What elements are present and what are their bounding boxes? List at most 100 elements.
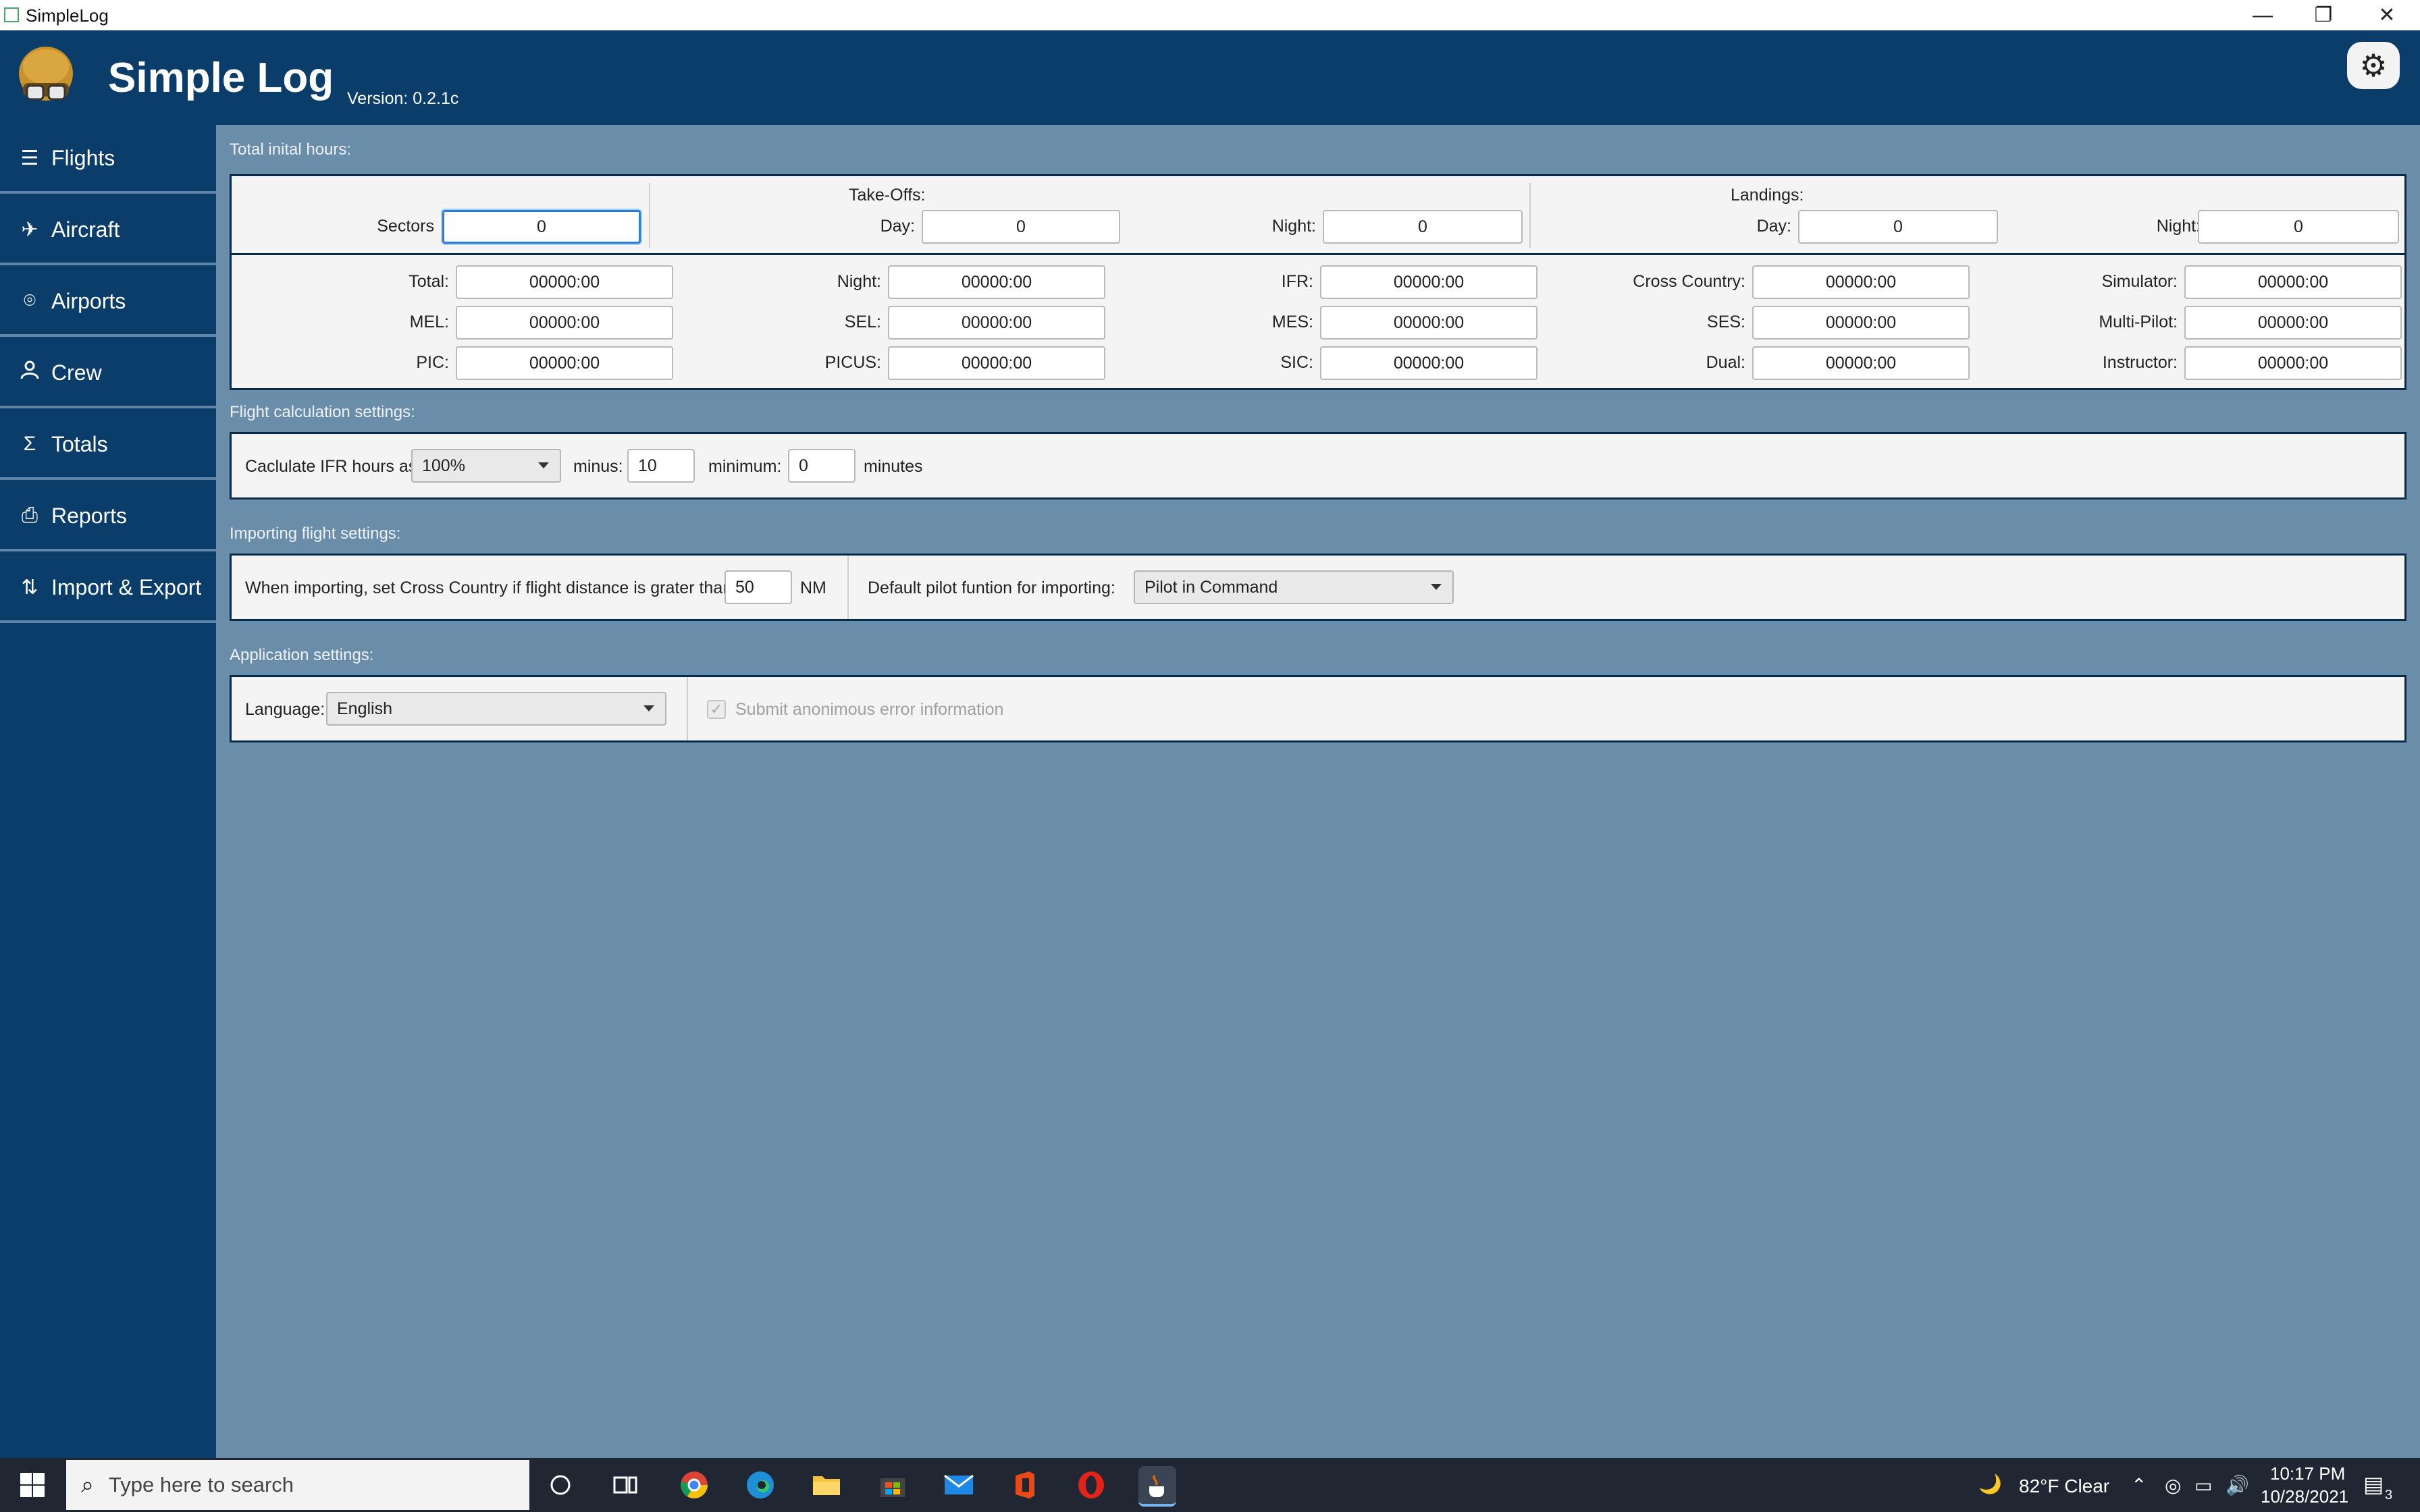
java-app-icon[interactable] bbox=[1138, 1466, 1176, 1507]
moon-weather-icon: 🌙 bbox=[1978, 1474, 2002, 1494]
printer-icon: ⎙ bbox=[22, 504, 38, 526]
cross-country-distance-input[interactable]: 50 bbox=[725, 570, 792, 604]
list-icon: ☰ bbox=[20, 146, 39, 169]
simulator-time-label: Simulator: bbox=[2101, 272, 2178, 291]
language-select[interactable]: English bbox=[326, 692, 666, 726]
weather-readout[interactable]: 82°F Clear bbox=[2019, 1476, 2109, 1497]
chevron-down-icon bbox=[538, 462, 549, 468]
sic-time-label: SIC: bbox=[1280, 353, 1313, 372]
takeoffs-night-label: Night: bbox=[1271, 217, 1316, 236]
error-info-checkbox[interactable]: ✓ bbox=[707, 700, 726, 719]
simulator-time-input[interactable]: 00000:00 bbox=[2184, 265, 2402, 299]
file-explorer-icon[interactable] bbox=[808, 1466, 845, 1504]
night-time-input[interactable]: 00000:00 bbox=[888, 265, 1105, 299]
total-time-input[interactable]: 00000:00 bbox=[456, 265, 673, 299]
minimize-button[interactable]: — bbox=[2232, 0, 2293, 30]
taskbar-search[interactable]: ⌕ Type here to search bbox=[66, 1460, 529, 1510]
edge-icon[interactable] bbox=[741, 1466, 779, 1504]
landings-label: Landings: bbox=[1731, 186, 1804, 205]
ifr-percent-select[interactable]: 100% bbox=[411, 449, 561, 483]
pilot-helmet-logo-icon bbox=[18, 44, 74, 107]
sidebar-item-import-export[interactable]: ⇅ Import & Export bbox=[0, 554, 216, 623]
network-icon[interactable]: ▭ bbox=[2194, 1474, 2212, 1496]
chevron-up-icon[interactable]: ⌃ bbox=[2131, 1474, 2147, 1496]
sidebar-item-airports[interactable]: ⌾ Airports bbox=[0, 268, 216, 337]
mes-time-label: MES: bbox=[1271, 313, 1313, 331]
settings-button[interactable]: ⚙ bbox=[2347, 42, 2400, 89]
sectors-input[interactable]: 0 bbox=[442, 210, 641, 244]
mel-time-input[interactable]: 00000:00 bbox=[456, 306, 673, 340]
flight-calc-section-label: Flight calculation settings: bbox=[230, 403, 415, 421]
task-view-icon[interactable] bbox=[606, 1466, 644, 1504]
sidebar-item-label: Aircraft bbox=[51, 217, 120, 242]
sidebar-item-reports[interactable]: ⎙ Reports bbox=[0, 483, 216, 551]
search-icon: ⌕ bbox=[81, 1472, 95, 1498]
ifr-calc-label: Caclulate IFR hours as: bbox=[245, 457, 422, 476]
pilot-function-label: Default pilot funtion for importing: bbox=[868, 578, 1115, 597]
total-time-label: Total: bbox=[409, 272, 449, 291]
pic-time-label: PIC: bbox=[416, 353, 449, 372]
person-icon bbox=[15, 360, 45, 385]
divider bbox=[1529, 183, 1531, 248]
dual-time-input[interactable]: 00000:00 bbox=[1752, 346, 1970, 380]
sidebar-item-totals[interactable]: Σ Totals bbox=[0, 411, 216, 480]
cortana-icon[interactable] bbox=[542, 1466, 579, 1504]
pilot-function-select[interactable]: Pilot in Command bbox=[1134, 570, 1454, 604]
mel-time-label: MEL: bbox=[409, 313, 449, 331]
initial-hours-section-label: Total inital hours: bbox=[230, 140, 352, 159]
office-icon[interactable] bbox=[1006, 1466, 1044, 1504]
ifr-percent-value: 100% bbox=[422, 456, 465, 475]
error-info-label: Submit anonimous error information bbox=[735, 700, 1004, 719]
restore-button[interactable]: ❐ bbox=[2293, 0, 2354, 30]
notification-icon[interactable]: ▤ bbox=[2363, 1472, 2384, 1497]
minus-label: minus: bbox=[573, 457, 623, 476]
minus-input[interactable]: 10 bbox=[627, 449, 695, 483]
sidebar-item-aircraft[interactable]: ✈ Aircraft bbox=[0, 196, 216, 265]
ifr-time-label: IFR: bbox=[1281, 272, 1313, 291]
minimum-input[interactable]: 0 bbox=[788, 449, 856, 483]
close-button[interactable]: ✕ bbox=[2357, 0, 2417, 30]
divider bbox=[847, 556, 849, 619]
landings-day-input[interactable]: 0 bbox=[1798, 210, 1998, 244]
nm-unit-label: NM bbox=[800, 578, 826, 597]
clock-time[interactable]: 10:17 PM bbox=[2270, 1463, 2345, 1484]
search-placeholder: Type here to search bbox=[109, 1473, 294, 1496]
instructor-time-input[interactable]: 00000:00 bbox=[2184, 346, 2402, 380]
volume-icon[interactable]: 🔊 bbox=[2226, 1474, 2249, 1496]
takeoffs-day-input[interactable]: 0 bbox=[922, 210, 1120, 244]
sic-time-input[interactable]: 00000:00 bbox=[1320, 346, 1537, 380]
importing-panel: When importing, set Cross Country if fli… bbox=[230, 554, 2406, 621]
picus-time-label: PICUS: bbox=[824, 353, 881, 372]
mail-icon[interactable] bbox=[940, 1466, 978, 1504]
windows-start-icon[interactable] bbox=[14, 1466, 51, 1504]
cross-country-time-label: Cross Country: bbox=[1633, 272, 1745, 291]
minimum-label: minimum: bbox=[708, 457, 782, 476]
camera-icon[interactable]: ◎ bbox=[2165, 1474, 2181, 1496]
dual-time-label: Dual: bbox=[1706, 353, 1745, 372]
pic-time-input[interactable]: 00000:00 bbox=[456, 346, 673, 380]
minutes-label: minutes bbox=[864, 457, 923, 476]
takeoffs-night-input[interactable]: 0 bbox=[1323, 210, 1523, 244]
chrome-icon[interactable] bbox=[675, 1466, 713, 1504]
gear-icon: ⚙ bbox=[2359, 48, 2388, 83]
divider bbox=[649, 183, 650, 248]
sidebar-item-crew[interactable]: Crew bbox=[0, 340, 216, 408]
picus-time-input[interactable]: 00000:00 bbox=[888, 346, 1105, 380]
window-title: SimpleLog bbox=[26, 5, 109, 26]
clock-date[interactable]: 10/28/2021 bbox=[2261, 1486, 2348, 1507]
store-icon[interactable] bbox=[874, 1466, 912, 1504]
opera-icon[interactable] bbox=[1072, 1466, 1110, 1504]
landings-night-input[interactable]: 0 bbox=[2198, 210, 2399, 244]
importing-section-label: Importing flight settings: bbox=[230, 524, 401, 543]
application-panel: Language: English ✓ Submit anonimous err… bbox=[230, 675, 2406, 742]
notification-count: 3 bbox=[2385, 1488, 2393, 1503]
chevron-down-icon bbox=[643, 705, 654, 711]
app-version: Version: 0.2.1c bbox=[347, 89, 459, 108]
cross-country-time-input[interactable]: 00000:00 bbox=[1752, 265, 1970, 299]
ifr-time-input[interactable]: 00000:00 bbox=[1320, 265, 1537, 299]
multi-pilot-time-input[interactable]: 00000:00 bbox=[2184, 306, 2402, 340]
ses-time-input[interactable]: 00000:00 bbox=[1752, 306, 1970, 340]
sidebar-item-flights[interactable]: ☰ Flights bbox=[0, 125, 216, 194]
mes-time-input[interactable]: 00000:00 bbox=[1320, 306, 1537, 340]
sel-time-input[interactable]: 00000:00 bbox=[888, 306, 1105, 340]
